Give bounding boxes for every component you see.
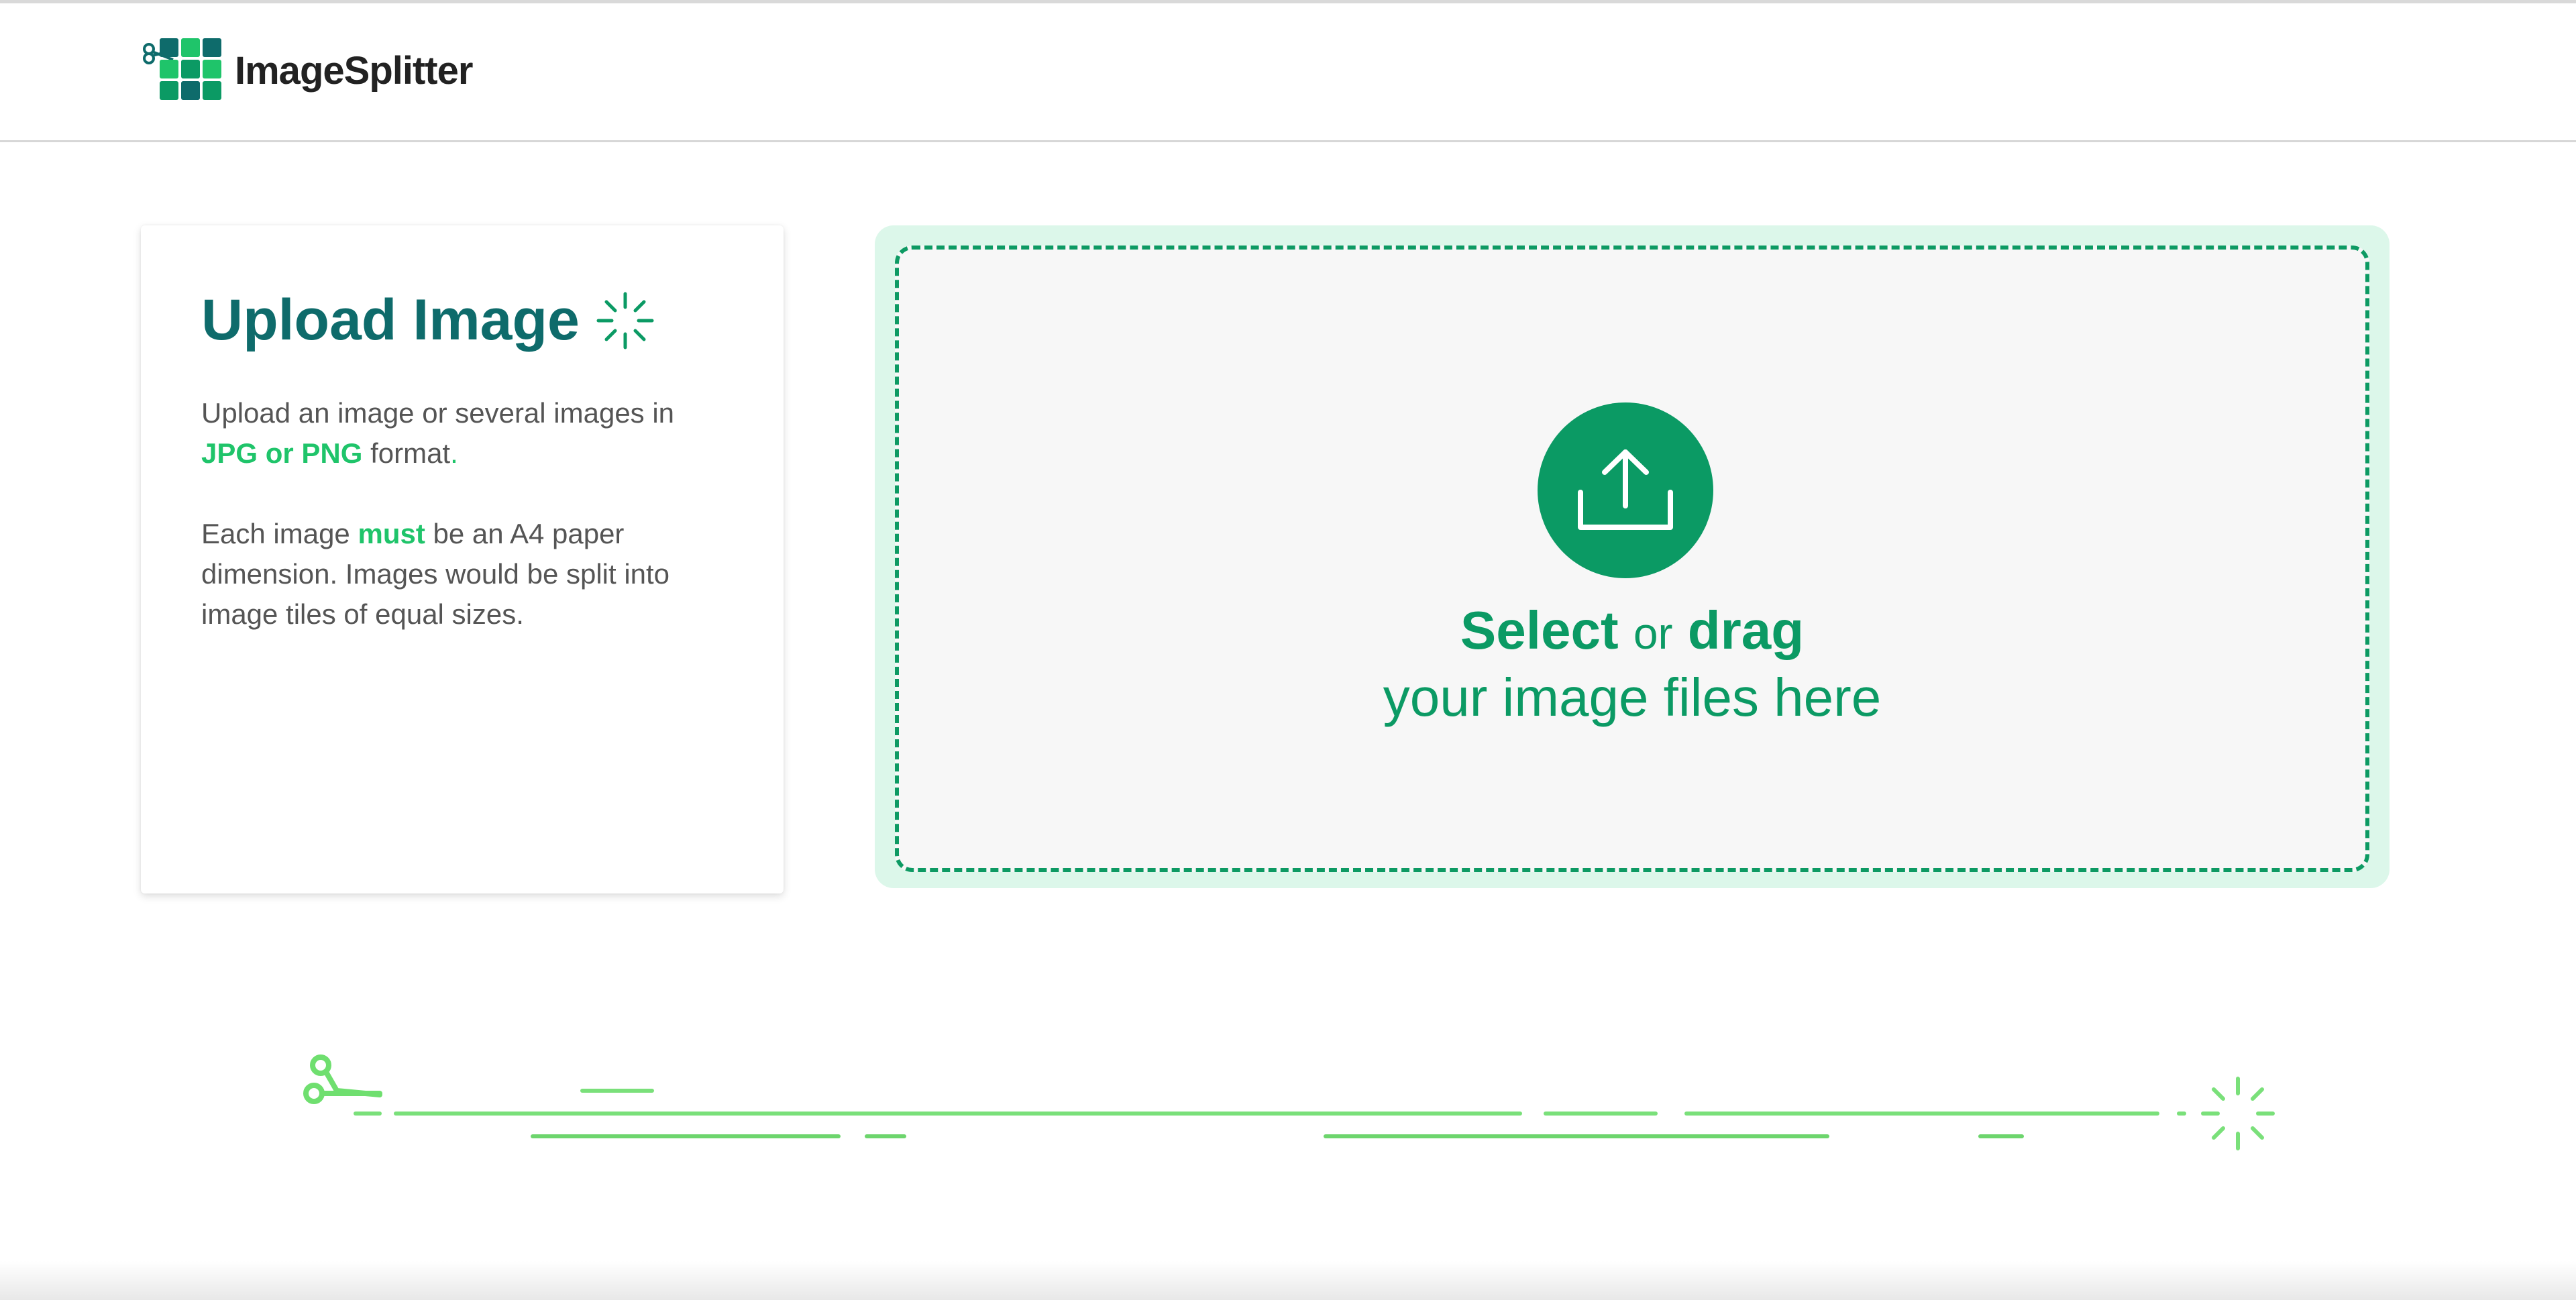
file-dropzone[interactable]: Select or drag your image files here <box>895 246 2369 872</box>
format-description: Upload an image or several images in JPG… <box>201 393 711 474</box>
or-text: or <box>1633 608 1673 658</box>
page-bottom-fade <box>0 1261 2576 1300</box>
format-text: Upload an image or several images in <box>201 397 675 429</box>
dimension-text-start: Each image <box>201 518 358 549</box>
header: ImageSplitter <box>0 3 2576 142</box>
cut-line-decoration <box>303 1054 2275 1150</box>
brand-name: ImageSplitter <box>235 48 473 93</box>
format-suffix: format <box>362 437 451 469</box>
select-text[interactable]: Select <box>1460 600 1619 660</box>
upload-title-text: Upload Image <box>201 288 580 352</box>
format-highlight: JPG or PNG <box>201 437 363 469</box>
dimension-description: Each image must be an A4 paper dimension… <box>201 514 711 635</box>
upload-icon <box>1578 449 1673 530</box>
upload-button[interactable] <box>1538 402 1713 578</box>
scissors-grid-logo-icon <box>143 38 221 100</box>
upload-title: Upload Image <box>201 287 656 354</box>
dropzone-container: Select or drag your image files here <box>875 225 2390 888</box>
dropzone-subtitle: your image files here <box>1383 667 1882 727</box>
scissors-icon <box>303 1054 382 1104</box>
drag-text: drag <box>1687 600 1805 660</box>
sparkle-icon <box>596 292 654 349</box>
upload-info-card: Upload Image Upload an image or several … <box>141 225 784 893</box>
dropzone-headline: Select or drag <box>899 598 2365 665</box>
format-period: . <box>450 437 458 469</box>
must-highlight: must <box>358 518 425 549</box>
dropzone-text: Select or drag your image files here <box>899 598 2365 730</box>
logo[interactable]: ImageSplitter <box>140 36 473 105</box>
sparkle-icon <box>2201 1077 2275 1150</box>
